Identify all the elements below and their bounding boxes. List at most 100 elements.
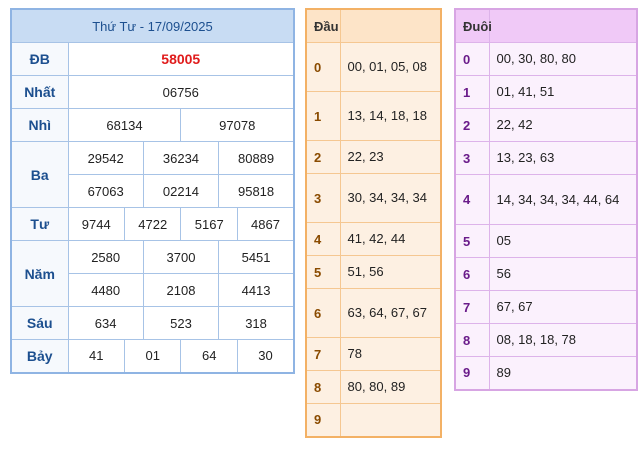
- prize-number: 4480: [67, 273, 144, 307]
- prize-number: 318: [218, 306, 295, 340]
- digit-values: [339, 403, 442, 437]
- head-header-empty: [339, 8, 442, 43]
- prize-number: 36234: [142, 141, 220, 175]
- digit-key: 1: [454, 75, 490, 109]
- table-row: 9: [305, 403, 442, 437]
- head-digit-table: Đầu 0 00, 01, 05, 08 1 13, 14, 18, 18 2 …: [305, 8, 442, 438]
- digit-values: 78: [339, 337, 442, 371]
- digit-key: 0: [454, 42, 490, 76]
- digit-key: 4: [305, 222, 341, 256]
- digit-values: 22, 23: [339, 140, 442, 174]
- prize-number: 634: [67, 306, 144, 340]
- digit-key: 7: [305, 337, 341, 371]
- digit-key: 2: [305, 140, 341, 174]
- prize-number: 06756: [67, 75, 295, 109]
- prize-label-nam: Năm: [10, 240, 69, 307]
- table-row: 3 13, 23, 63: [454, 141, 638, 175]
- table-row: 7 78: [305, 337, 442, 371]
- table-row: 1 13, 14, 18, 18: [305, 91, 442, 141]
- prize-number: 30: [236, 339, 295, 373]
- prize-row-db: ĐB 58005: [10, 42, 295, 76]
- prize-number: 97078: [180, 108, 295, 142]
- digit-values: 67, 67: [488, 290, 638, 324]
- digit-key: 6: [305, 288, 341, 338]
- prize-number: 4413: [218, 273, 295, 307]
- table-row: 2 22, 42: [454, 108, 638, 142]
- digit-values: 56: [488, 257, 638, 291]
- prize-number: 67063: [67, 174, 144, 208]
- digit-key: 8: [305, 370, 341, 404]
- table-row: 0 00, 30, 80, 80: [454, 42, 638, 76]
- prize-number: 41: [67, 339, 125, 373]
- prize-label-nhat: Nhất: [10, 75, 69, 109]
- digit-key: 8: [454, 323, 490, 357]
- table-row: 3 30, 34, 34, 34: [305, 173, 442, 223]
- prize-label-nhi: Nhì: [10, 108, 69, 142]
- digit-key: 9: [454, 356, 490, 390]
- prize-row-nam: Năm 2580 3700 5451: [10, 240, 295, 307]
- tail-header-empty: [488, 8, 638, 43]
- prize-number: 523: [142, 306, 220, 340]
- tail-digit-table: Đuôi 0 00, 30, 80, 80 1 01, 41, 51 2 22,…: [454, 8, 638, 391]
- lottery-results-table: Thứ Tư - 17/09/2025 ĐB 58005 Nhất 06756 …: [10, 8, 295, 374]
- table-row: 8 80, 80, 89: [305, 370, 442, 404]
- digit-values: 05: [488, 224, 638, 258]
- prize-number: 3700: [142, 240, 220, 274]
- digit-values: 22, 42: [488, 108, 638, 142]
- prize-number: 5451: [218, 240, 295, 274]
- digit-values: 13, 14, 18, 18: [339, 91, 442, 141]
- prize-row-bay: Bảy 41 01 64 30: [10, 339, 295, 373]
- prize-label-bay: Bảy: [10, 339, 69, 373]
- digit-key: 4: [454, 174, 490, 225]
- prize-row-nhat: Nhất 06756: [10, 75, 295, 109]
- prize-label-tu: Tư: [10, 207, 69, 241]
- digit-values: 89: [488, 356, 638, 390]
- table-row: 5 05: [454, 224, 638, 258]
- digit-values: 01, 41, 51: [488, 75, 638, 109]
- digit-key: 7: [454, 290, 490, 324]
- table-row: 5 51, 56: [305, 255, 442, 289]
- prize-number: 01: [123, 339, 182, 373]
- table-row: 6 63, 64, 67, 67: [305, 288, 442, 338]
- digit-values: 13, 23, 63: [488, 141, 638, 175]
- prize-number: 29542: [67, 141, 144, 175]
- digit-values: 63, 64, 67, 67: [339, 288, 442, 338]
- digit-values: 08, 18, 18, 78: [488, 323, 638, 357]
- prize-number: 80889: [218, 141, 295, 175]
- prize-number: 68134: [67, 108, 182, 142]
- table-row: 8 08, 18, 18, 78: [454, 323, 638, 357]
- prize-row-nhi: Nhì 68134 97078: [10, 108, 295, 142]
- prize-number: 4867: [236, 207, 295, 241]
- prize-number: 02214: [142, 174, 220, 208]
- prize-number: 5167: [180, 207, 238, 241]
- table-row: 0 00, 01, 05, 08: [305, 42, 442, 92]
- table-row: 4 41, 42, 44: [305, 222, 442, 256]
- digit-key: 5: [454, 224, 490, 258]
- prize-number: 64: [180, 339, 238, 373]
- table-row: 1 01, 41, 51: [454, 75, 638, 109]
- head-header-cell: Đầu: [305, 8, 341, 43]
- prize-number: 2108: [142, 273, 220, 307]
- prize-number: 95818: [218, 174, 295, 208]
- digit-values: 00, 30, 80, 80: [488, 42, 638, 76]
- digit-key: 9: [305, 403, 341, 437]
- prize-row-ba: Ba 29542 36234 80889: [10, 141, 295, 208]
- prize-row-sau: Sáu 634 523 318: [10, 306, 295, 340]
- special-prize-number: 58005: [67, 42, 295, 76]
- prize-number: 4722: [123, 207, 182, 241]
- digit-values: 51, 56: [339, 255, 442, 289]
- tail-header-cell: Đuôi: [454, 8, 492, 43]
- digit-key: 5: [305, 255, 341, 289]
- digit-key: 6: [454, 257, 490, 291]
- digit-key: 1: [305, 91, 341, 141]
- digit-key: 3: [454, 141, 490, 175]
- digit-values: 41, 42, 44: [339, 222, 442, 256]
- table-row: 2 22, 23: [305, 140, 442, 174]
- prize-label-db: ĐB: [10, 42, 69, 76]
- digit-key: 0: [305, 42, 341, 92]
- table-row: 6 56: [454, 257, 638, 291]
- prize-label-sau: Sáu: [10, 306, 69, 340]
- prize-number: 2580: [67, 240, 144, 274]
- digit-key: 2: [454, 108, 490, 142]
- digit-values: 00, 01, 05, 08: [339, 42, 442, 92]
